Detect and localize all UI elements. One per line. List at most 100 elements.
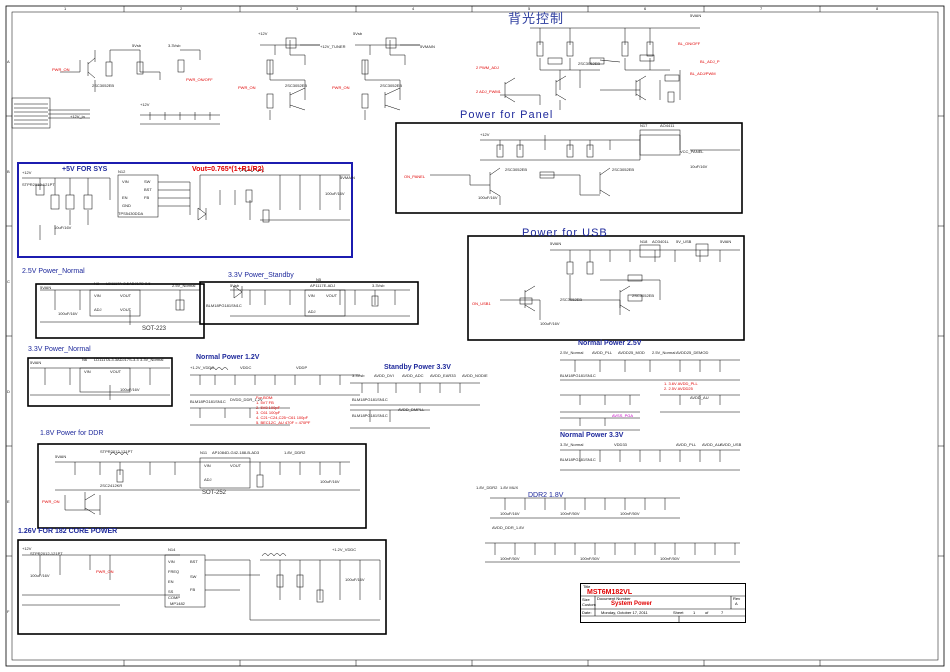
part-n12: N12 — [118, 169, 126, 174]
net-vdd33: VDD33 — [614, 442, 627, 447]
part-blm-sp: BLM18PG181SN1C — [352, 397, 388, 402]
part-n17-name: AO4411 — [660, 123, 675, 128]
cap-row-top — [140, 112, 220, 125]
cap-sys: 100uF/16V — [325, 191, 345, 196]
pin-vin: VIN — [122, 179, 129, 184]
net-12v-top: +12V — [258, 31, 268, 36]
part-n8-name: LD1117A-2.5ADJ17S-2.5 — [106, 281, 151, 286]
pin-adj-ddr: ADJ — [204, 477, 212, 482]
net-on-usb: ON_USB1 — [472, 301, 491, 306]
part-q-usb2: 2SC3052EB — [632, 293, 655, 298]
net-adj-pwm1: 2 ADJ_PWM1 — [476, 89, 501, 94]
ddr2-caps — [485, 497, 740, 563]
net-on-panel: ON_PANEL — [404, 174, 426, 179]
row-label: E — [7, 499, 10, 504]
pin-vout-33s: VOUT — [326, 293, 338, 298]
cap-core2: 100uF/16V — [345, 577, 365, 582]
net-avdd-adc: AVDD_ADC — [402, 373, 424, 378]
pin-sw: SW — [144, 179, 151, 184]
pin-vin-ddr: VIN — [204, 463, 211, 468]
size-value: Custom — [582, 602, 596, 607]
panel-title: Power for Panel — [460, 109, 554, 121]
net-12vddc: +1.2V_VDDC — [190, 365, 215, 370]
pin-vout-ddr: VOUT — [230, 463, 242, 468]
part-stpr: STPR2012-121PT — [22, 182, 55, 187]
usb-circuit — [500, 243, 740, 320]
row-label: F — [7, 609, 10, 614]
v33n-title: 3.3V Power_Normal — [28, 346, 91, 353]
net-vddc: VDDC — [240, 365, 252, 370]
part-q-panel: 2SC3052EB — [505, 167, 528, 172]
net-avdd-ear33: AVDD_EAR33 — [430, 373, 456, 378]
part-stpr-ddr: STPR2012-121PT — [100, 449, 133, 454]
net-25n-np: 2.5V_Normal — [560, 350, 584, 355]
pwr-on-circuit — [60, 49, 201, 92]
net-avdd-mod: AVDD25_MOD — [618, 350, 645, 355]
sb5v-circuit — [355, 37, 420, 120]
net-avdd-usb: AVDD_USB — [720, 442, 742, 447]
row-label: D — [7, 389, 10, 394]
v33s-title: 3.3V Power_Standby — [228, 272, 294, 279]
title-value: MST6M182VL — [587, 589, 633, 596]
pin-comp-core: COMP — [168, 595, 180, 600]
net-12v-sys: +12V — [22, 170, 32, 175]
ddr-box — [37, 443, 367, 529]
of-value: 7 — [721, 610, 724, 615]
pin-vout-25b: VOUT — [120, 307, 132, 312]
part-q-panel2: 2SC3052EB — [612, 167, 635, 172]
net-bl-on-off: BL_ON/OFF — [678, 41, 701, 46]
part-n5-name: AP1117E-ADJ — [310, 283, 336, 288]
of-label: of — [705, 610, 709, 615]
net-33n-np: 3.3V_Normal — [560, 442, 584, 447]
net-pwm-adj: 2 PWM_ADJ — [476, 65, 499, 70]
col-label: 1 — [64, 6, 67, 11]
np12-title: Normal Power 1.2V — [196, 354, 260, 361]
net-5v-usb-in: 5VAIN — [550, 241, 562, 246]
backlight-circuit — [500, 27, 700, 110]
pin-en-core: EN — [168, 579, 174, 584]
part-q-bl: 2SC3052EB — [578, 61, 601, 66]
pin-en: EN — [122, 195, 128, 200]
net-avdd-dvi: AVDD_DVI — [374, 373, 394, 378]
cap-ddr2b: 100nF/50V — [560, 511, 580, 516]
net-5v: 5Vsb — [132, 43, 142, 48]
cap-sys2: 10uF/16V — [54, 225, 72, 230]
net-5vain: 5VAIN — [690, 13, 702, 18]
part-q-usb: 2SC3052EB — [560, 297, 583, 302]
net-12v-panel: +12V — [480, 132, 490, 137]
tuner-circuit — [260, 37, 320, 120]
net-5vmain: 5VMAIN — [420, 44, 435, 49]
col-label: 7 — [760, 6, 763, 11]
net-pwr-on: PWR_ON — [52, 67, 70, 72]
part-q-ddr: 2SC2412KR — [100, 483, 123, 488]
net-33vsb-sp: 3.3Vsb — [352, 373, 365, 378]
usb-title: Power for USB — [522, 227, 608, 239]
net-pwr-on-3: PWR_ON — [332, 85, 350, 90]
pin-vout-25: VOUT — [120, 293, 132, 298]
net-pwr-on-core: PWR_ON — [96, 569, 114, 574]
sys5v-title: +5V FOR SYS — [62, 166, 108, 173]
net-avdd-demod: AVDD25_DEMOD — [676, 350, 709, 355]
v33n-box — [27, 357, 173, 407]
sp33-circuit — [350, 382, 480, 429]
cap-usb: 100uF/16V — [540, 321, 560, 326]
net-12vddc-core: +1.2V_VDDC — [332, 547, 357, 552]
sheet-label: Sheet — [673, 610, 684, 615]
np25-circuit — [560, 359, 740, 431]
pin-bst-core: BST — [190, 559, 198, 564]
cap-panel: 100uF/16V — [478, 195, 498, 200]
col-label: 4 — [412, 6, 415, 11]
v33s-circuit — [230, 285, 410, 317]
cap-ddr2f: 100nF/50V — [660, 556, 680, 561]
net-5v-sys: 5VMAIN — [340, 175, 355, 180]
pin-bst: BST — [144, 187, 152, 192]
part-n6-name: LD1117A-3.3ADJ17S-3.3 — [94, 357, 139, 362]
part-n6: N6 — [82, 357, 88, 362]
cap-25: 100uF/16V — [58, 311, 78, 316]
part-q: 2SC3052EB — [92, 83, 115, 88]
net-18mux: 1.8V MUX — [500, 485, 519, 490]
net-12v-tuner: +12V_TUNER — [320, 44, 346, 49]
net-33vsb: 3.3Vsb — [372, 283, 385, 288]
ddr2-title: DDR2 1.8V — [528, 492, 564, 499]
part-blm-12: BLM18PG181SN1C — [190, 399, 226, 404]
